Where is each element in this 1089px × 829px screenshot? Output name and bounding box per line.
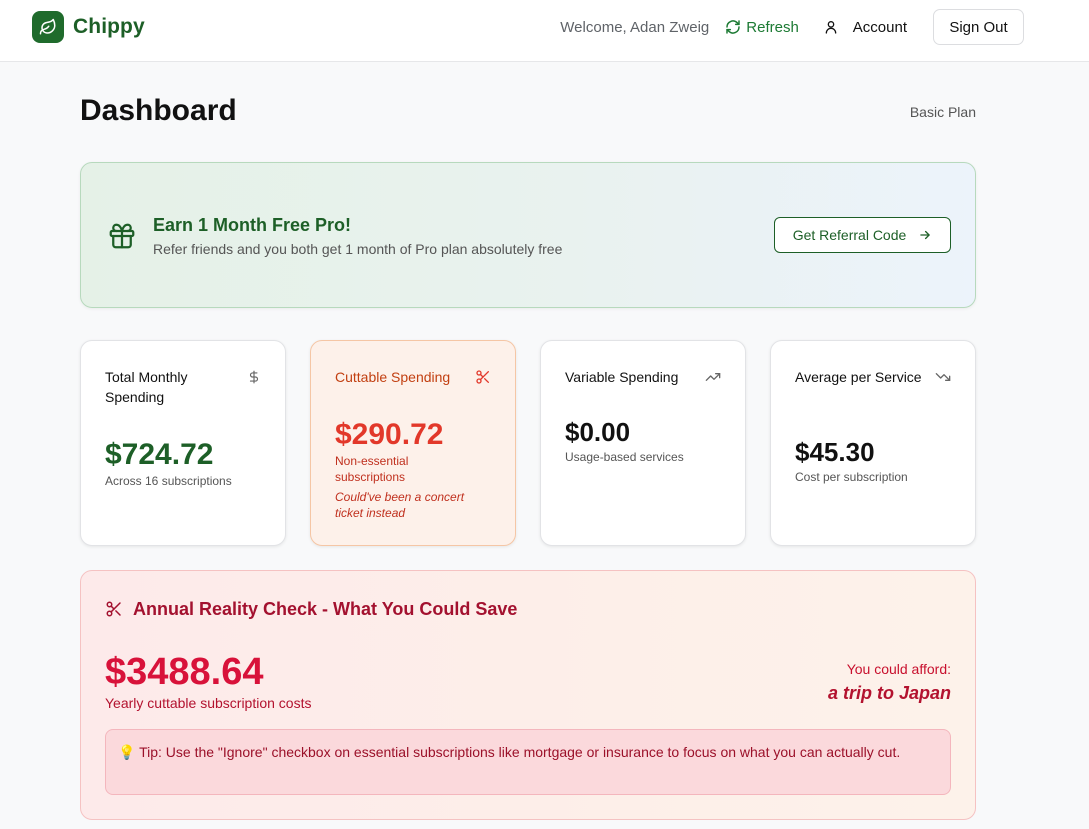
dollar-icon (249, 370, 259, 384)
afford-item: a trip to Japan (827, 683, 951, 703)
leaf-icon (32, 11, 64, 43)
stat-note: Could've been a concert ticket instead (335, 490, 465, 520)
stat-value: $45.30 (795, 437, 875, 467)
brand[interactable]: Chippy (32, 11, 145, 43)
stat-card-total-monthly: Total Monthly Spending $724.72 Across 16… (80, 340, 286, 546)
scissors-icon (476, 370, 489, 384)
stat-label: Total Monthly Spending (105, 369, 188, 405)
user-icon (825, 21, 837, 34)
sign-out-button[interactable]: Sign Out (933, 9, 1024, 45)
referral-title: Earn 1 Month Free Pro! (153, 215, 352, 235)
stat-card-average: Average per Service $45.30 Cost per subs… (770, 340, 976, 546)
annual-savings-value: $3488.64 (105, 651, 264, 693)
referral-banner: Earn 1 Month Free Pro! Refer friends and… (80, 162, 976, 308)
scissors-icon (106, 601, 121, 617)
referral-subtitle: Refer friends and you both get 1 month o… (153, 241, 563, 257)
refresh-label: Refresh (746, 18, 799, 36)
stat-subtext: Non-essential subscriptions (335, 454, 409, 484)
stat-subtext: Cost per subscription (795, 470, 908, 484)
refresh-icon (726, 20, 740, 34)
stat-label: Variable Spending (565, 369, 679, 385)
stat-value: $724.72 (105, 438, 214, 471)
tip-box: 💡 Tip: Use the "Ignore" checkbox on esse… (105, 729, 951, 795)
get-referral-code-button[interactable]: Get Referral Code (774, 217, 951, 253)
stat-subtext: Usage-based services (565, 450, 684, 464)
stat-card-variable: Variable Spending $0.00 Usage-based serv… (540, 340, 746, 546)
stat-value: $290.72 (335, 418, 444, 451)
annual-title: Annual Reality Check - What You Could Sa… (133, 599, 518, 619)
brand-name: Chippy (73, 15, 145, 38)
page-title: Dashboard (80, 94, 237, 127)
annual-savings-subtext: Yearly cuttable subscription costs (105, 695, 312, 711)
welcome-text: Welcome, Adan Zweig (560, 18, 710, 36)
arrow-right-icon (920, 230, 931, 240)
trending-down-icon (935, 373, 951, 381)
stat-label: Cuttable Spending (335, 369, 451, 385)
stat-subtext: Across 16 subscriptions (105, 474, 232, 488)
account-label: Account (852, 18, 907, 36)
refresh-button[interactable]: Refresh (725, 19, 799, 36)
header-actions: Welcome, Adan Zweig Refresh Account Sign… (560, 9, 1024, 45)
plan-badge: Basic Plan (909, 104, 976, 120)
trending-up-icon (705, 373, 721, 381)
stat-value: $0.00 (565, 417, 631, 447)
referral-button-label: Get Referral Code (792, 227, 907, 243)
top-navigation-bar: Chippy Welcome, Adan Zweig Refresh Accou… (0, 0, 1089, 62)
account-button[interactable]: Account (823, 19, 907, 36)
stat-card-cuttable: Cuttable Spending $290.72 Non-essential … (310, 340, 516, 546)
stat-label: Average per Service (795, 369, 922, 385)
gift-icon (109, 223, 135, 249)
annual-reality-check: Annual Reality Check - What You Could Sa… (80, 570, 976, 820)
afford-label: You could afford: (846, 661, 951, 677)
